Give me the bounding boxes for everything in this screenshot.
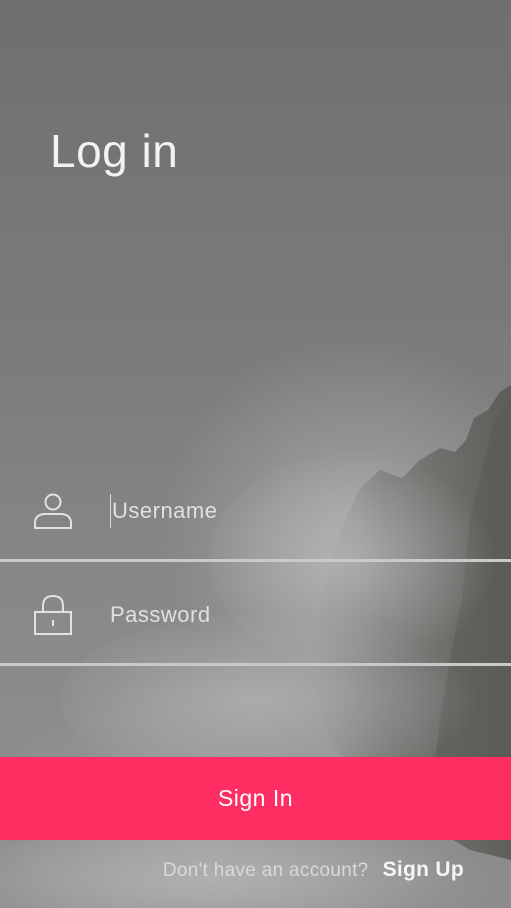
- sign-up-link[interactable]: Sign Up: [383, 858, 464, 882]
- password-divider: [0, 663, 511, 666]
- username-field[interactable]: [0, 458, 511, 562]
- sign-in-button[interactable]: Sign In: [0, 757, 511, 840]
- signup-prompt: Don't have an account?: [162, 860, 369, 881]
- user-icon: [34, 493, 72, 529]
- password-input[interactable]: [110, 598, 490, 632]
- page-title: Log in: [50, 125, 179, 177]
- signup-footer: Don't have an account? Sign Up: [163, 858, 464, 882]
- lock-icon: [34, 594, 72, 635]
- username-input[interactable]: [110, 494, 490, 528]
- password-field[interactable]: [0, 562, 511, 666]
